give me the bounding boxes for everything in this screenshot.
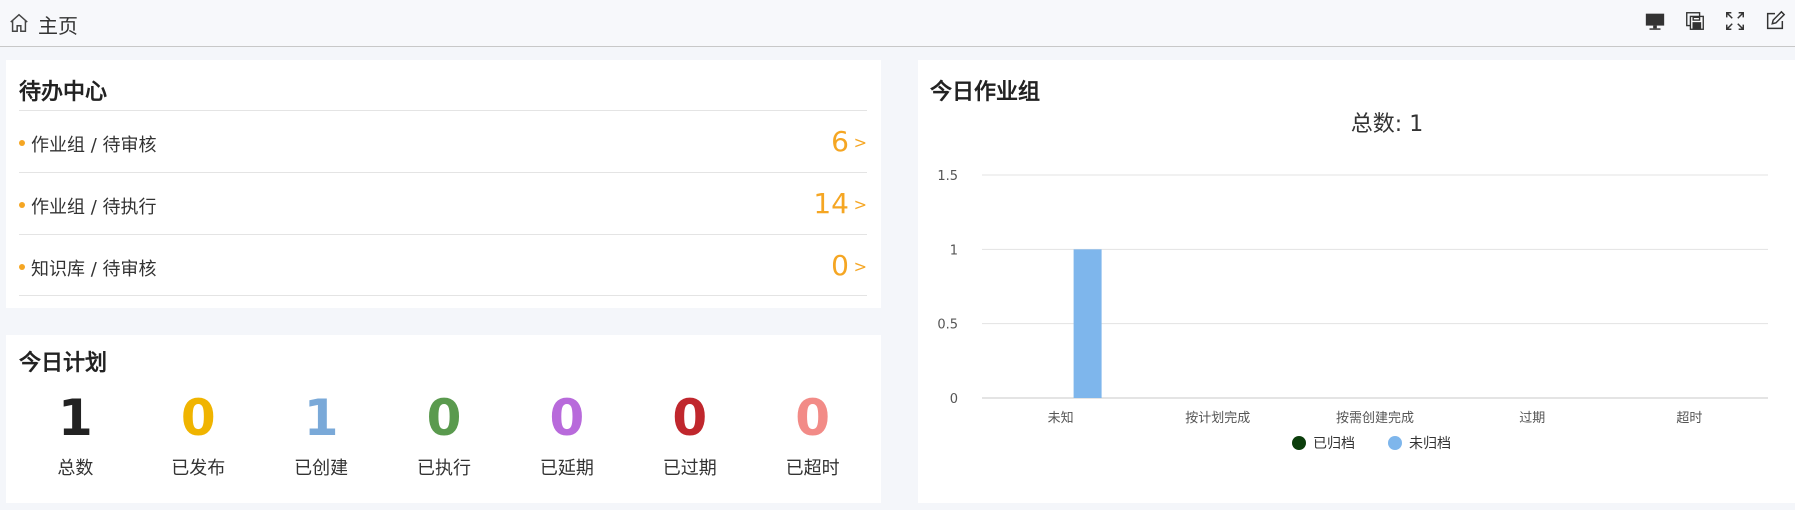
- x-tick-label: 超时: [1676, 411, 1702, 426]
- legend-label: 已归档: [1313, 435, 1355, 452]
- stat-label: 已发布: [171, 458, 226, 479]
- todo-count: 14: [813, 187, 849, 220]
- x-tick-label: 按计划完成: [1185, 411, 1250, 426]
- x-tick-label: 按需创建完成: [1336, 411, 1414, 426]
- stat-total[interactable]: 1 总数: [14, 390, 137, 480]
- legend-swatch: [1292, 436, 1306, 450]
- bullet-dot: [19, 202, 25, 208]
- workgroup-bar-chart: 总数: 1 0 0.5 1 1.5 未知 按计划完成 按需创建完成 过期 超时已归档 未归档: [937, 112, 1768, 452]
- stat-published[interactable]: 0 已发布: [137, 390, 260, 480]
- stat-executed[interactable]: 0 已执行: [383, 390, 506, 480]
- today-plan-title: 今日计划: [19, 351, 108, 376]
- edit-icon[interactable]: [1763, 9, 1787, 33]
- x-tick-label: 过期: [1519, 411, 1545, 426]
- stat-delayed[interactable]: 0 已延期: [505, 390, 628, 480]
- todo-label: 知识库 / 待审核: [31, 259, 157, 280]
- todo-label: 作业组 / 待执行: [31, 197, 157, 218]
- stat-value: 0: [549, 389, 585, 447]
- chevron-right-icon: >: [853, 195, 867, 214]
- pending-center-title: 待办中心: [19, 80, 108, 105]
- stat-label: 已超时: [785, 458, 840, 479]
- home-tab[interactable]: 主页: [8, 10, 78, 39]
- y-tick-label: 0.5: [937, 318, 958, 333]
- stat-expired[interactable]: 0 已过期: [628, 390, 751, 480]
- stat-value: 1: [303, 389, 339, 447]
- stat-label: 已过期: [662, 458, 717, 479]
- todo-count: 6: [831, 125, 849, 158]
- stat-created[interactable]: 1 已创建: [260, 390, 383, 480]
- toolbar: [1643, 9, 1787, 33]
- todo-list: 作业组 / 待审核 6 > 作业组 / 待执行 14 > 知识库 / 待审核 0…: [19, 110, 867, 296]
- stat-value: 0: [426, 389, 462, 447]
- save-icon[interactable]: [1683, 9, 1707, 33]
- chevron-right-icon: >: [853, 257, 867, 276]
- stat-label: 已创建: [294, 458, 349, 479]
- legend-label: 未归档: [1409, 435, 1451, 452]
- stat-timeout[interactable]: 0 已超时: [751, 390, 874, 480]
- stat-label: 已延期: [539, 458, 594, 479]
- y-tick-label: 1.5: [937, 169, 958, 184]
- stat-value: 1: [58, 389, 93, 447]
- plan-stats: 1 总数 0 已发布 1 已创建 0 已执行 0 已延期 0 已过期 0 已超时: [14, 390, 874, 480]
- home-icon: [8, 12, 30, 38]
- today-workgroup-card: 今日作业组 总数: 1 0 0.5 1 1.5 未知 按计划完成 按需创建完成 过期 超时 已归档未…: [918, 60, 1795, 503]
- stat-label: 已执行: [417, 458, 471, 479]
- bullet-dot: [19, 264, 25, 270]
- today-plan-card: 今日计划 1 总数 0 已发布 1 已创建 0 已执行 0 已延期 0 已过期 …: [6, 335, 881, 503]
- y-tick-label: 1: [950, 243, 958, 258]
- stat-value: 0: [180, 389, 216, 447]
- top-bar: 主页: [0, 0, 1795, 47]
- bullet-dot: [19, 140, 25, 146]
- stat-value: 0: [672, 389, 708, 447]
- todo-item-workgroup-review[interactable]: 作业组 / 待审核 6 >: [19, 110, 867, 172]
- bar-unarchived: [1073, 249, 1102, 398]
- monitor-icon[interactable]: [1643, 9, 1667, 33]
- stat-value: 0: [795, 389, 830, 447]
- todo-label: 作业组 / 待审核: [31, 135, 157, 156]
- legend-swatch: [1388, 436, 1402, 450]
- y-tick-label: 0: [950, 392, 958, 407]
- pending-center-card: 待办中心 作业组 / 待审核 6 > 作业组 / 待执行 14 > 知识库 / …: [6, 60, 881, 308]
- home-label: 主页: [38, 14, 78, 38]
- chart-title: 总数: 1: [1351, 112, 1423, 137]
- todo-count: 0: [831, 249, 849, 282]
- stat-label: 总数: [57, 458, 94, 479]
- x-tick-label: 未知: [1048, 410, 1074, 426]
- todo-item-knowledge-review[interactable]: 知识库 / 待审核 0 >: [19, 234, 867, 296]
- chevron-right-icon: >: [853, 133, 867, 152]
- fullscreen-icon[interactable]: [1723, 9, 1747, 33]
- todo-item-workgroup-execute[interactable]: 作业组 / 待执行 14 >: [19, 172, 867, 234]
